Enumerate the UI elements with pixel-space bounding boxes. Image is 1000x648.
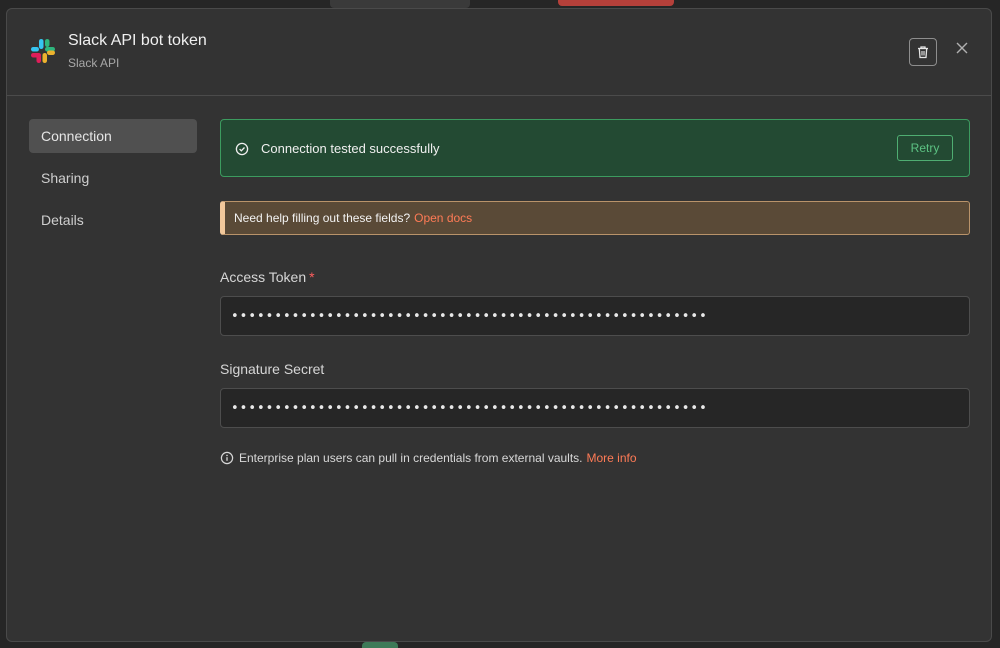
access-token-input[interactable]	[220, 296, 970, 336]
modal-sidebar: Connection Sharing Details	[29, 119, 197, 245]
external-vaults-note: Enterprise plan users can pull in creden…	[220, 451, 637, 465]
docs-help-banner: Need help filling out these fields? Open …	[220, 201, 970, 235]
close-button[interactable]	[953, 39, 971, 57]
sidebar-item-sharing[interactable]: Sharing	[29, 161, 197, 195]
docs-prompt-text: Need help filling out these fields?	[234, 211, 411, 225]
sidebar-item-details[interactable]: Details	[29, 203, 197, 237]
access-token-label: Access Token *	[220, 269, 315, 285]
modal-subtitle: Slack API	[68, 56, 120, 70]
slack-logo-icon	[31, 39, 55, 63]
signature-secret-input[interactable]	[220, 388, 970, 428]
credential-modal: Slack API bot token Slack API Connection…	[6, 8, 992, 642]
vault-note-text: Enterprise plan users can pull in creden…	[239, 451, 583, 465]
connection-status-text: Connection tested successfully	[261, 141, 440, 156]
more-info-link[interactable]: More info	[587, 451, 637, 465]
delete-credential-button[interactable]	[909, 38, 937, 66]
open-docs-link[interactable]: Open docs	[414, 211, 472, 225]
background-element	[330, 0, 470, 8]
background-element	[362, 642, 398, 648]
retry-button[interactable]: Retry	[897, 135, 953, 161]
modal-header: Slack API bot token Slack API	[7, 9, 991, 96]
required-indicator: *	[309, 269, 315, 285]
signature-secret-label: Signature Secret	[220, 361, 325, 377]
connection-status-banner: Connection tested successfully Retry	[220, 119, 970, 177]
info-icon	[220, 451, 234, 465]
check-circle-icon	[235, 142, 249, 156]
trash-icon	[918, 46, 928, 59]
close-icon	[956, 42, 968, 54]
background-element	[558, 0, 674, 6]
modal-title: Slack API bot token	[68, 32, 207, 49]
sidebar-item-connection[interactable]: Connection	[29, 119, 197, 153]
